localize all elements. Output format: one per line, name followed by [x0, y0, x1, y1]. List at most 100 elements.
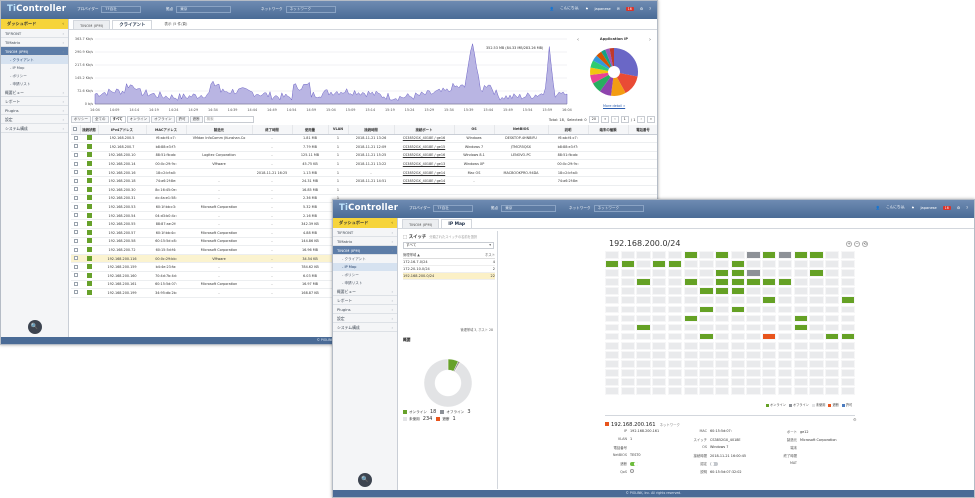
col-header[interactable]	[71, 125, 81, 135]
ip-cell[interactable]	[715, 287, 730, 295]
ip-cell[interactable]	[620, 351, 635, 359]
ip-cell[interactable]	[636, 314, 651, 323]
ip-cell[interactable]	[667, 314, 683, 323]
sidebar-item-report[interactable]: レポート	[333, 296, 397, 305]
ip-cell[interactable]	[746, 369, 761, 377]
ip-cell[interactable]	[636, 360, 651, 368]
ip-cell[interactable]	[746, 341, 761, 350]
ip-cell[interactable]	[667, 341, 683, 350]
filter-everything-button[interactable]: すべて	[109, 116, 126, 123]
ip-cell[interactable]	[715, 296, 730, 305]
filter-block-button[interactable]: 遮断	[189, 116, 203, 123]
sidebar-dashboard[interactable]: ダッシュボード	[1, 19, 68, 29]
sidebar-item-overview[interactable]: 概要ビュー	[1, 88, 68, 97]
cell-ip[interactable]: 192.168.200.159	[98, 262, 146, 272]
segment-row[interactable]: 172.16.7.0/24 4	[403, 258, 495, 266]
ip-cell[interactable]	[825, 378, 840, 386]
first-page-icon[interactable]: «	[601, 116, 610, 123]
ip-cell[interactable]	[620, 387, 635, 395]
search-input[interactable]: 検索	[203, 116, 254, 123]
cell-ip[interactable]: 192.168.200.30	[98, 185, 146, 195]
row-checkbox[interactable]	[71, 176, 80, 187]
sidebar-sub-ipmap[interactable]: - IP Map	[333, 263, 397, 271]
ip-cell[interactable]	[793, 260, 808, 268]
ip-cell[interactable]	[777, 332, 793, 341]
ip-cell[interactable]	[636, 269, 651, 277]
ip-cell[interactable]	[793, 251, 808, 259]
ip-cell[interactable]	[620, 378, 635, 386]
ip-cell[interactable]	[605, 351, 620, 359]
page-size-select[interactable]: 20	[588, 116, 600, 123]
ip-cell[interactable]	[667, 260, 683, 268]
qos-radio[interactable]	[630, 469, 634, 473]
ip-cell[interactable]	[762, 260, 777, 268]
ip-cell[interactable]	[636, 351, 651, 359]
ip-cell[interactable]	[840, 332, 855, 341]
cell-ip[interactable]: 192.168.200.116	[98, 254, 146, 264]
row-checkbox[interactable]	[71, 262, 80, 272]
ip-cell[interactable]	[825, 269, 840, 277]
ip-cell[interactable]	[683, 341, 698, 350]
sidebar-item-tifront[interactable]: TiFRONT	[1, 29, 68, 38]
ip-cell[interactable]	[825, 387, 840, 395]
ip-cell[interactable]	[636, 369, 651, 377]
network-select[interactable]: ネットワーク	[593, 205, 644, 212]
ip-cell[interactable]	[730, 323, 745, 332]
ip-cell[interactable]	[777, 360, 793, 368]
ip-cell[interactable]	[715, 260, 730, 268]
ip-cell[interactable]	[825, 369, 840, 377]
ip-cell[interactable]	[746, 332, 761, 341]
ip-cell[interactable]	[652, 278, 667, 286]
ip-cell[interactable]	[762, 287, 777, 295]
ip-cell[interactable]	[605, 378, 620, 386]
table-row[interactable]: 192.168.200.14 00:0c:29:9c: VMware -45.75 K…	[71, 159, 657, 169]
ip-cell[interactable]	[793, 378, 808, 386]
ip-cell[interactable]	[652, 269, 667, 277]
cell-port[interactable]: CS3852GX_4018E / ge15	[394, 142, 454, 152]
ip-cell[interactable]	[636, 305, 651, 314]
sidebar-sub-policy[interactable]: - ポリシー	[1, 72, 68, 80]
ip-cell[interactable]	[825, 260, 840, 268]
ip-cell[interactable]	[809, 251, 824, 259]
ip-cell[interactable]	[605, 305, 620, 314]
ip-cell[interactable]	[699, 251, 714, 259]
notification-badge[interactable]: 16	[942, 205, 951, 210]
ip-cell[interactable]	[652, 296, 667, 305]
ip-cell[interactable]	[746, 296, 761, 305]
row-checkbox[interactable]	[71, 237, 80, 247]
ip-cell[interactable]	[793, 341, 808, 350]
ip-cell[interactable]	[777, 296, 793, 305]
user-icon[interactable]: 👤	[550, 7, 554, 11]
filter-online-button[interactable]: オンライン	[126, 116, 151, 123]
gear-icon[interactable]: ⚙	[640, 7, 643, 11]
ip-cell[interactable]	[683, 332, 698, 341]
ip-cell[interactable]	[652, 305, 667, 314]
ip-cell[interactable]	[652, 260, 667, 268]
row-checkbox[interactable]	[71, 142, 80, 152]
ip-cell[interactable]	[840, 369, 855, 377]
cell-port[interactable]: CS3852GX_4018E / ge14	[394, 168, 454, 178]
ip-cell[interactable]	[809, 287, 824, 295]
ip-cell[interactable]	[762, 378, 777, 386]
user-greeting[interactable]: こんにちは,	[886, 205, 905, 210]
ip-cell[interactable]	[683, 387, 698, 395]
ip-cell[interactable]	[699, 332, 714, 341]
ip-cell[interactable]	[762, 341, 777, 350]
sidebar-item-timatrix[interactable]: TiMatrix	[1, 38, 68, 47]
ip-cell[interactable]	[715, 332, 730, 341]
cell-ip[interactable]: 192.168.200.54	[98, 211, 146, 221]
cell-port[interactable]: CS3852GX_4018E / ge14	[394, 176, 454, 187]
ip-cell[interactable]	[730, 351, 745, 359]
ip-cell[interactable]	[667, 332, 683, 341]
ip-cell[interactable]	[825, 314, 840, 323]
ip-cell[interactable]	[683, 287, 698, 295]
ip-cell[interactable]	[746, 278, 761, 286]
ip-cell[interactable]	[730, 341, 745, 350]
row-checkbox[interactable]	[71, 134, 80, 144]
ip-cell[interactable]	[667, 305, 683, 314]
ip-cell[interactable]	[652, 369, 667, 377]
filter-all-button[interactable]: 全ての	[92, 116, 109, 123]
col-header[interactable]: 電話番号	[628, 125, 657, 135]
ip-cell[interactable]	[793, 296, 808, 305]
ip-cell[interactable]	[605, 278, 620, 286]
